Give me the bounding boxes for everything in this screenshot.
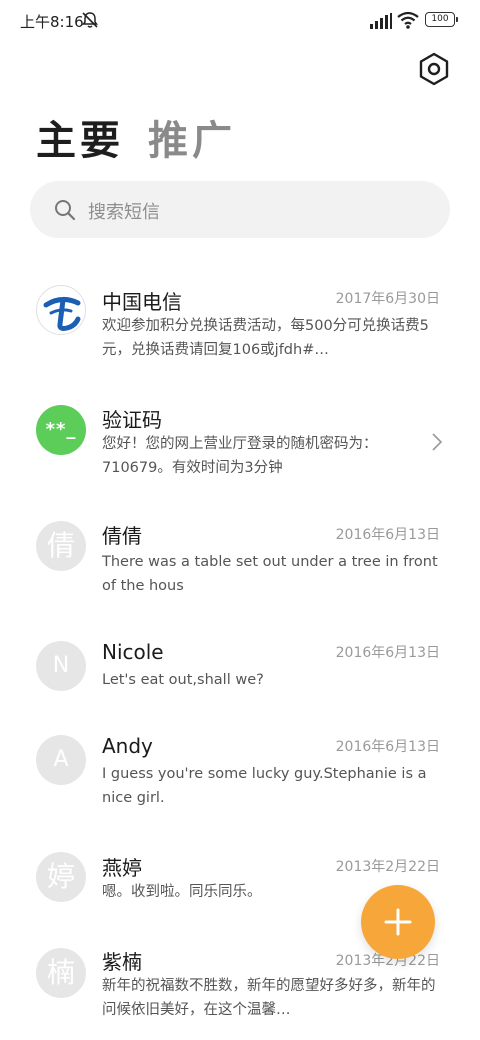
conversation-date: 2017年6月30日: [335, 291, 440, 307]
search-icon: [55, 200, 76, 221]
conversation-preview: 新年的祝福数不胜数，新年的愿望好多好多，新年的问候依旧美好，在这个温馨…: [102, 978, 436, 1018]
mute-icon: [82, 12, 98, 28]
chevron-right-icon: [432, 433, 443, 451]
conversation-row[interactable]: **_ 验证码 您好！您的网上营业厅登录的随机密码为：710679。有效时间为3…: [0, 402, 480, 492]
avatar: **_: [36, 405, 86, 455]
search-placeholder: 搜索短信: [88, 202, 160, 223]
conversation-date: 2016年6月13日: [335, 645, 440, 661]
tab-bar: 主要 推广: [36, 108, 236, 164]
signal-icon: [370, 13, 392, 29]
conversation-preview: I guess you're some lucky guy.Stephanie …: [102, 766, 427, 806]
conversation-row[interactable]: N Nicole 2016年6月13日 Let's eat out,shall …: [0, 636, 480, 716]
conversation-row[interactable]: 倩 倩倩 2016年6月13日 There was a table set ou…: [0, 518, 480, 618]
conversation-row[interactable]: 楠 紫楠 2013年2月22日 新年的祝福数不胜数，新年的愿望好多好多，新年的问…: [0, 944, 480, 1040]
plus-icon: [384, 908, 412, 936]
conversation-name: Andy: [102, 734, 153, 758]
tab-main[interactable]: 主要: [36, 108, 124, 166]
status-time: 上午8:16: [20, 13, 84, 31]
wifi-icon: [397, 11, 419, 29]
conversation-row[interactable]: A Andy 2016年6月13日 I guess you're some lu…: [0, 730, 480, 830]
new-message-button[interactable]: [361, 885, 435, 959]
avatar: 婷: [36, 852, 86, 902]
tab-promotions[interactable]: 推广: [148, 108, 236, 166]
settings-icon[interactable]: [418, 52, 450, 86]
conversation-preview: 您好！您的网上营业厅登录的随机密码为：710679。有效时间为3分钟: [102, 436, 378, 476]
status-bar: 上午8:16 100: [0, 0, 480, 40]
conversation-name: 验证码: [102, 408, 162, 432]
conversation-preview: There was a table set out under a tree i…: [102, 554, 438, 594]
conversation-preview: Let's eat out,shall we?: [102, 672, 264, 688]
china-telecom-logo-icon: [36, 285, 86, 335]
conversation-preview: 欢迎参加积分兑换话费活动，每500分可兑换话费5元，兑换话费请回复106或jfd…: [102, 318, 429, 358]
search-input[interactable]: 搜索短信: [30, 181, 450, 238]
avatar: N: [36, 641, 86, 691]
conversation-date: 2013年2月22日: [335, 859, 440, 875]
avatar: 倩: [36, 521, 86, 571]
conversation-name: 中国电信: [102, 290, 182, 314]
conversation-name: Nicole: [102, 640, 164, 664]
battery-icon: 100: [425, 12, 458, 27]
conversation-date: 2016年6月13日: [335, 739, 440, 755]
conversation-row[interactable]: 中国电信 2017年6月30日 欢迎参加积分兑换话费活动，每500分可兑换话费5…: [0, 282, 480, 382]
avatar: 楠: [36, 948, 86, 998]
conversation-date: 2016年6月13日: [335, 527, 440, 543]
conversation-name: 燕婷: [102, 856, 142, 880]
conversation-name: 倩倩: [102, 524, 142, 548]
conversation-name: 紫楠: [102, 950, 142, 974]
avatar: A: [36, 735, 86, 785]
